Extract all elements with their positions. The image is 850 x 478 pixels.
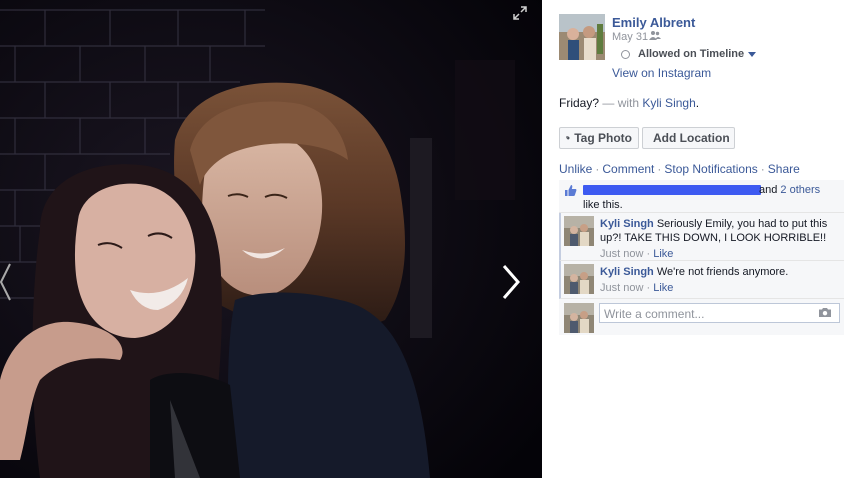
separator: · bbox=[760, 162, 765, 176]
comment-composer: Write a comment... bbox=[559, 299, 844, 335]
view-on-instagram-link[interactable]: View on Instagram bbox=[612, 66, 711, 80]
separator: · bbox=[595, 162, 600, 176]
author-name[interactable]: Emily Albrent bbox=[612, 15, 695, 30]
comment-item: Kyli Singh Seriously Emily, you had to p… bbox=[559, 213, 844, 261]
chevron-left-icon[interactable] bbox=[0, 262, 12, 302]
tag-photo-button[interactable]: Tag Photo bbox=[559, 127, 639, 149]
feedback-box: and 2 others like this. Kyli Singh Serio… bbox=[559, 180, 844, 335]
photo-stage[interactable] bbox=[0, 0, 542, 478]
timeline-status-circle-icon bbox=[621, 49, 630, 59]
comment-time[interactable]: Just now bbox=[600, 282, 643, 294]
tagged-friend-link[interactable]: Kyli Singh bbox=[642, 96, 695, 110]
camera-icon[interactable] bbox=[818, 307, 832, 321]
comment-time[interactable]: Just now bbox=[600, 248, 643, 260]
tag-icon bbox=[566, 136, 570, 140]
stop-notifications-link[interactable]: Stop Notifications bbox=[664, 162, 757, 176]
post-date[interactable]: May 31 bbox=[612, 31, 648, 43]
likes-suffix: like this. bbox=[583, 199, 623, 211]
post-actions: Unlike · Comment · Stop Notifications · Share bbox=[559, 162, 800, 176]
comment-input[interactable]: Write a comment... bbox=[599, 303, 840, 323]
others-like-link[interactable]: 2 others bbox=[780, 184, 820, 196]
likes-connector: and bbox=[759, 184, 778, 196]
author-avatar[interactable] bbox=[559, 14, 605, 60]
comment-item: Kyli Singh We're not friends anymore. Ju… bbox=[559, 261, 844, 299]
comment-meta: Just now · Like bbox=[600, 247, 838, 261]
chevron-right-icon[interactable] bbox=[494, 258, 528, 306]
add-location-label: Add Location bbox=[653, 131, 730, 145]
commenter-name[interactable]: Kyli Singh bbox=[600, 266, 654, 278]
expand-arrow-icon[interactable] bbox=[513, 6, 531, 24]
commenter-avatar[interactable] bbox=[564, 216, 594, 246]
comment-like-link[interactable]: Like bbox=[653, 248, 673, 260]
timeline-status-label: Allowed on Timeline bbox=[638, 48, 745, 60]
commenter-avatar[interactable] bbox=[564, 264, 594, 294]
comment-like-link[interactable]: Like bbox=[653, 282, 673, 294]
comment-meta: Just now · Like bbox=[600, 281, 838, 295]
separator: · bbox=[646, 248, 651, 260]
caret-down-icon bbox=[748, 51, 757, 57]
timeline-selector[interactable]: Allowed on Timeline bbox=[621, 48, 757, 60]
comment-link[interactable]: Comment bbox=[602, 162, 654, 176]
comment-input-placeholder: Write a comment... bbox=[604, 307, 705, 321]
post-panel: Emily Albrent May 31 Allowed on Timeline… bbox=[542, 0, 850, 478]
comment-text: We're not friends anymore. bbox=[656, 266, 789, 278]
viewer-avatar bbox=[564, 303, 594, 333]
caption-end: . bbox=[695, 96, 700, 110]
add-location-button[interactable]: Add Location bbox=[642, 127, 735, 149]
thumbs-up-icon bbox=[564, 184, 577, 202]
redacted-names bbox=[583, 185, 761, 196]
tag-photo-label: Tag Photo bbox=[574, 131, 632, 145]
separator: · bbox=[646, 282, 651, 294]
likes-summary: and 2 others like this. bbox=[559, 180, 844, 213]
friends-icon[interactable] bbox=[649, 30, 661, 41]
share-link[interactable]: Share bbox=[768, 162, 800, 176]
commenter-name[interactable]: Kyli Singh bbox=[600, 218, 654, 230]
photo bbox=[0, 0, 542, 478]
separator: · bbox=[657, 162, 662, 176]
post-caption: Friday? — with Kyli Singh. bbox=[559, 96, 699, 110]
unlike-link[interactable]: Unlike bbox=[559, 162, 592, 176]
caption-text: Friday? bbox=[559, 96, 600, 110]
caption-with: — with bbox=[602, 96, 640, 110]
